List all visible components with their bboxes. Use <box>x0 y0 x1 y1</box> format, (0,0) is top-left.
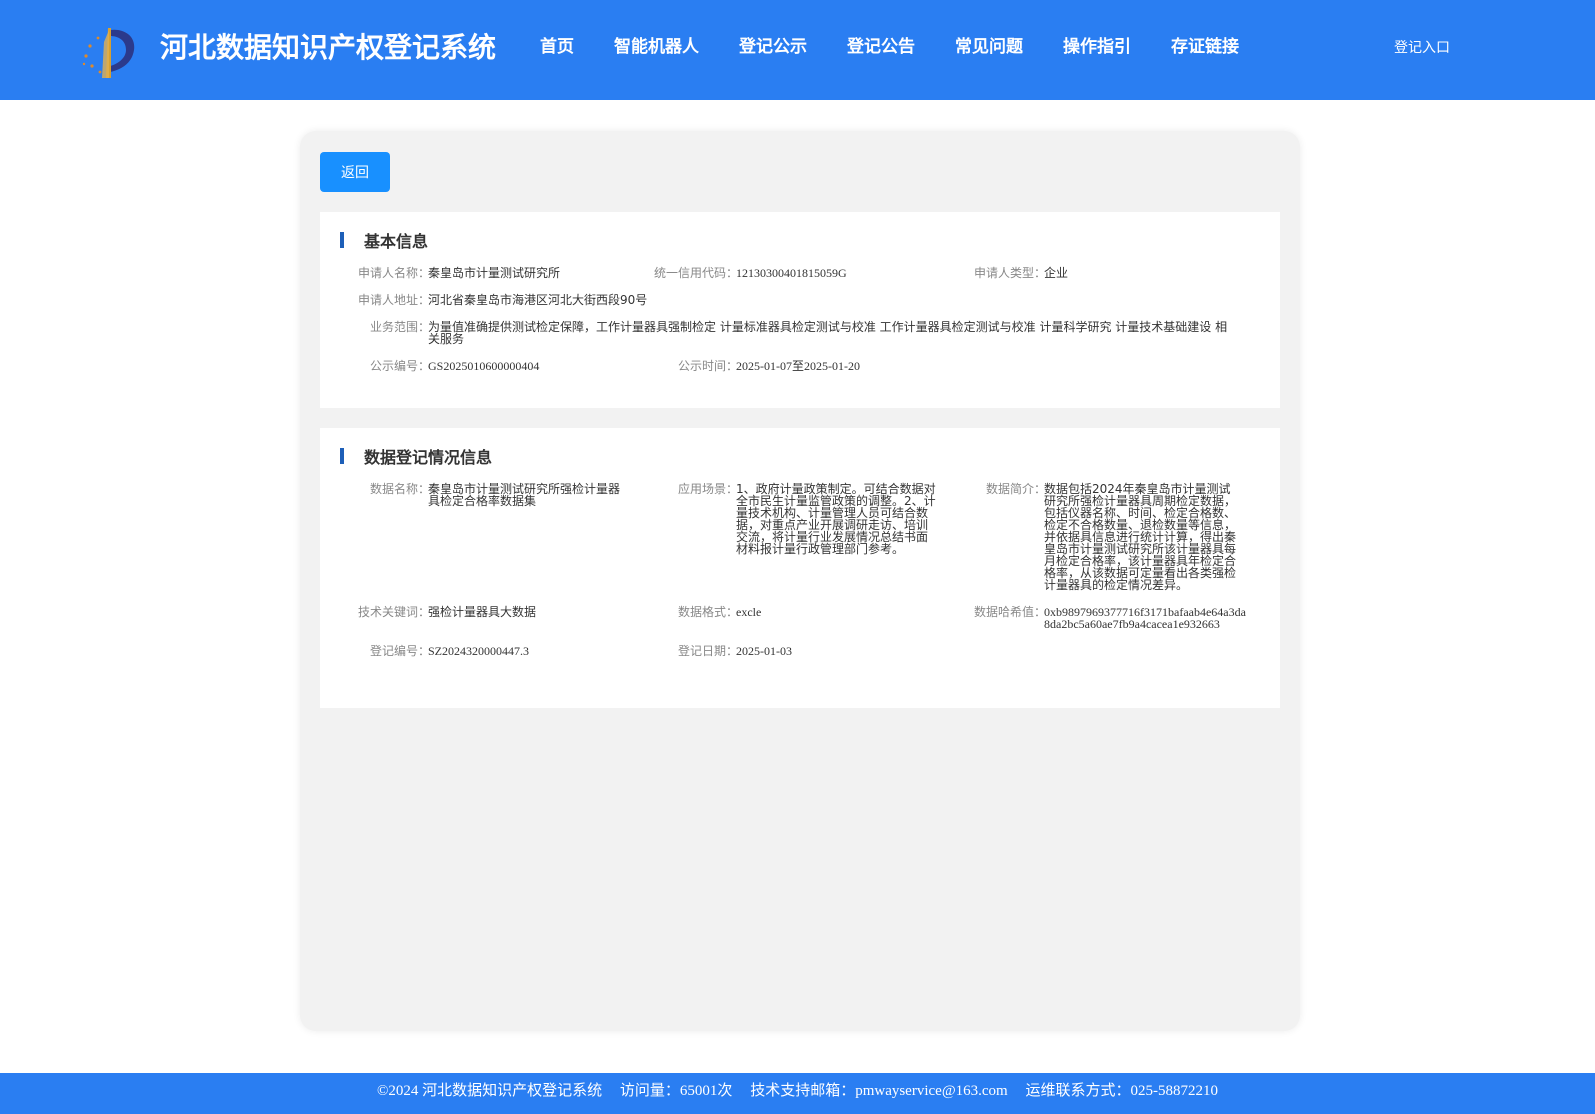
registration-title: 数据登记情况信息 <box>340 446 493 467</box>
reg-date-value: 2025-01-03 <box>736 644 792 658</box>
summary-value: 数据包括2024年秦皇岛市计量测试研究所强检计量器具周期检定数据，包括仪器名称、… <box>1044 482 1237 592</box>
pub-time-label: 公示时间： <box>678 359 739 373</box>
section-bar <box>340 232 344 248</box>
section-title-text: 数据登记情况信息 <box>364 448 493 467</box>
hash-value: 0xb9897969377716f3171bafaab4e64a3da8da2b… <box>1044 605 1246 631</box>
address-label: 申请人地址： <box>358 293 431 307</box>
reg-date-label: 登记日期： <box>678 644 739 658</box>
pub-no-value: GS2025010600000404 <box>428 359 540 373</box>
data-name-label: 数据名称： <box>370 482 431 496</box>
logo-icon <box>82 28 135 78</box>
data-registration-section: 数据登记情况信息 数据名称： 秦皇岛市计量测试研究所强检计量器具检定合格率数据集… <box>320 428 1280 708</box>
applicant-type-value: 企业 <box>1044 266 1069 280</box>
footer-visits: 访问量：65001次 <box>619 1083 733 1099</box>
data-name-value: 秦皇岛市计量测试研究所强检计量器具检定合格率数据集 <box>428 482 621 508</box>
credit-code-label: 统一信用代码： <box>654 266 739 280</box>
footer-copyright: ©2024 河北数据知识产权登记系统 <box>377 1083 603 1099</box>
basic-info-title: 基本信息 <box>340 230 429 251</box>
detail-card: 返回 基本信息 申请人名称： 秦皇岛市计量测试研究所 统一信用代码： 12130… <box>300 131 1300 1031</box>
nav-guide[interactable]: 操作指引 <box>1063 30 1131 64</box>
scope-value: 为量值准确提供测试检定保障，工作计量器具强制检定 计量标准器具检定测试与校准 工… <box>428 320 1228 346</box>
site-title: 河北数据知识产权登记系统 <box>160 31 497 64</box>
scenario-label: 应用场景： <box>678 482 739 496</box>
login-link[interactable]: 登记入口 <box>1394 38 1450 58</box>
reg-no-label: 登记编号： <box>370 644 431 658</box>
scenario-value: 1、政府计量政策制定。可结合数据对全市民生计量监管政策的调整。2、计量技术机构、… <box>736 482 936 556</box>
keywords-label: 技术关键词： <box>358 605 431 619</box>
footer-phone: 运维联系方式：025-58872210 <box>1025 1083 1218 1099</box>
credit-code-value: 12130300401815059G <box>736 266 847 280</box>
section-bar <box>340 448 344 464</box>
nav-faq[interactable]: 常见问题 <box>955 30 1023 64</box>
nav-announcement[interactable]: 登记公告 <box>847 30 915 64</box>
basic-info-section: 基本信息 申请人名称： 秦皇岛市计量测试研究所 统一信用代码： 12130300… <box>320 212 1280 408</box>
applicant-type-label: 申请人类型： <box>974 266 1047 280</box>
pub-time-value: 2025-01-07至2025-01-20 <box>736 359 860 373</box>
reg-no-value: SZ2024320000447.3 <box>428 644 530 658</box>
summary-label: 数据简介： <box>986 482 1047 496</box>
back-button[interactable]: 返回 <box>320 152 390 192</box>
format-value: excle <box>736 605 762 619</box>
nav-evidence-link[interactable]: 存证链接 <box>1171 30 1239 64</box>
top-header: 河北数据知识产权登记系统 首页 智能机器人 登记公示 登记公告 常见问题 操作指… <box>0 0 1595 100</box>
section-title-text: 基本信息 <box>364 232 429 251</box>
address-value: 河北省秦皇岛市海港区河北大街西段90号 <box>428 293 648 307</box>
keywords-value: 强检计量器具大数据 <box>428 605 537 619</box>
nav-robot[interactable]: 智能机器人 <box>614 30 699 64</box>
applicant-name-value: 秦皇岛市计量测试研究所 <box>428 266 561 280</box>
footer-email: 技术支持邮箱：pmwayservice@163.com <box>750 1083 1008 1099</box>
footer: ©2024 河北数据知识产权登记系统 访问量：65001次 技术支持邮箱：pmw… <box>0 1073 1595 1114</box>
nav-publicity[interactable]: 登记公示 <box>739 30 807 64</box>
scope-label: 业务范围： <box>370 320 431 334</box>
pub-no-label: 公示编号： <box>370 359 431 373</box>
nav-home[interactable]: 首页 <box>540 30 574 64</box>
main-nav: 首页 智能机器人 登记公示 登记公告 常见问题 操作指引 存证链接 <box>540 30 1279 64</box>
hash-label: 数据哈希值： <box>974 605 1047 619</box>
applicant-name-label: 申请人名称： <box>358 266 431 280</box>
format-label: 数据格式： <box>678 605 739 619</box>
